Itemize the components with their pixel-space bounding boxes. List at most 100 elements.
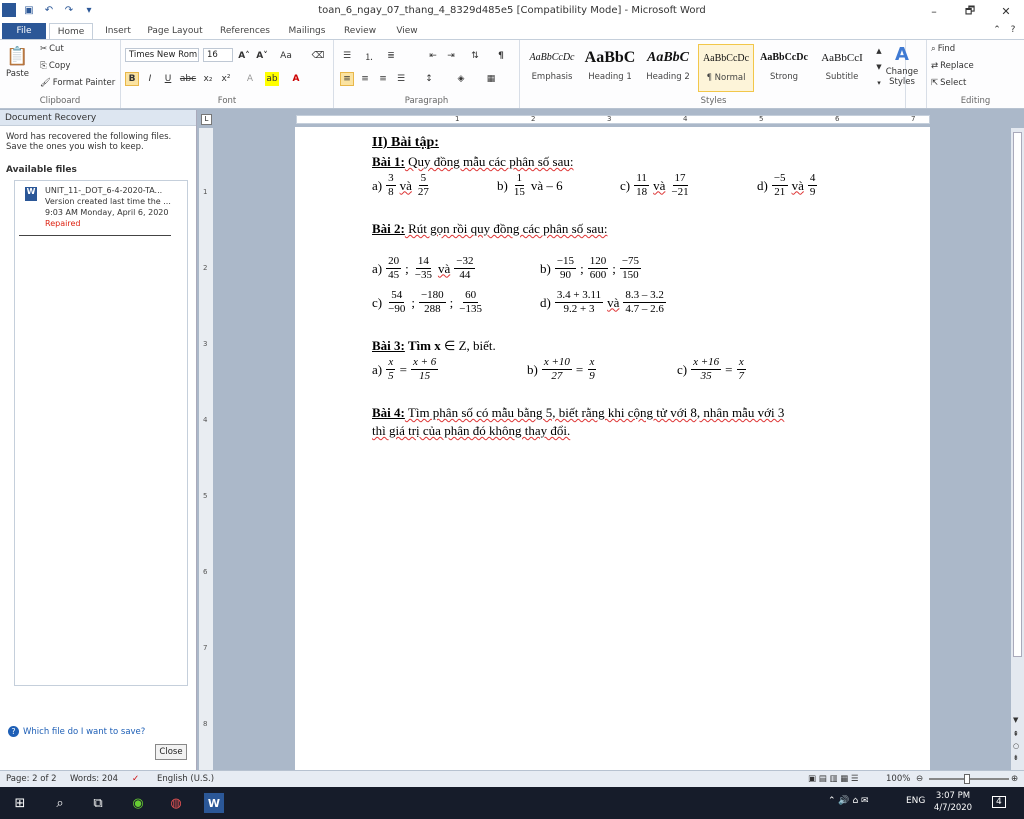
style-normal[interactable]: AaBbCcDc ¶ Normal	[698, 44, 754, 92]
sort-icon[interactable]: ⇅	[468, 49, 482, 63]
vertical-ruler[interactable]: 1 2 3 4 5 6 7 8	[199, 128, 213, 770]
search-icon[interactable]: ⌕	[50, 793, 70, 813]
page-count[interactable]: Page: 2 of 2	[6, 774, 57, 784]
start-icon[interactable]: ⊞	[10, 793, 30, 813]
justify-icon[interactable]: ☰	[394, 72, 408, 86]
multilevel-list-icon[interactable]: ≣	[384, 49, 398, 63]
decrease-indent-icon[interactable]: ⇤	[426, 49, 440, 63]
exercise-1-title: Bài 1: Quy đồng mẫu các phân số sau:	[372, 154, 574, 169]
tab-selector[interactable]: L	[201, 114, 212, 125]
close-button[interactable]: ✕	[988, 0, 1024, 22]
find-button[interactable]: ⌕ Find	[931, 44, 955, 54]
subscript-icon[interactable]: x₂	[201, 72, 215, 86]
style-emphasis[interactable]: AaBbCcDc Emphasis	[524, 44, 580, 92]
align-left-icon[interactable]: ≡	[340, 72, 354, 86]
document-page[interactable]: II) Bài tập: Bài 1: Quy đồng mẫu các phâ…	[295, 127, 930, 770]
style-heading-2[interactable]: AaBbC Heading 2	[640, 44, 696, 92]
tab-file[interactable]: File	[2, 23, 46, 39]
help-icon[interactable]: ?	[1006, 23, 1020, 37]
font-group: Times New Rom 16 A˄ A˅ Aa ⌫ B I U abc x₂…	[121, 40, 334, 108]
tab-home[interactable]: Home	[49, 23, 93, 39]
horizontal-ruler[interactable]: 1 2 3 4 5 6 7	[213, 112, 1011, 126]
font-name-select[interactable]: Times New Rom	[125, 48, 199, 62]
align-right-icon[interactable]: ≡	[376, 72, 390, 86]
tab-view[interactable]: View	[389, 23, 425, 39]
tab-mailings[interactable]: Mailings	[282, 23, 332, 39]
ex2-a: a) 20 45; 14 −35 và −32 44	[372, 255, 476, 281]
grow-font-icon[interactable]: A˄	[237, 49, 251, 63]
line-spacing-icon[interactable]: ↕	[422, 72, 436, 86]
format-painter-button[interactable]: 🖌 Format Painter	[40, 78, 115, 88]
proofing-icon[interactable]: ✓	[132, 774, 139, 784]
replace-button[interactable]: ⇄ Replace	[931, 61, 974, 71]
available-files-label: Available files	[6, 165, 77, 175]
scrollbar-thumb[interactable]	[1013, 132, 1022, 657]
numbering-icon[interactable]: ⒈	[362, 49, 376, 63]
highlight-icon[interactable]: ab	[265, 72, 279, 86]
next-page-icon[interactable]: ⇟	[1013, 754, 1019, 762]
superscript-icon[interactable]: x²	[219, 72, 233, 86]
align-center-icon[interactable]: ≡	[358, 72, 372, 86]
minimize-button[interactable]: –	[916, 0, 952, 22]
view-buttons[interactable]: ▣ ▤ ▥ ▦ ☰	[808, 774, 859, 784]
scroll-down-icon[interactable]: ▼	[1013, 716, 1018, 724]
style-subtitle[interactable]: AaBbCcI Subtitle	[814, 44, 870, 92]
word-count[interactable]: Words: 204	[70, 774, 118, 784]
notifications-icon[interactable]: 4	[992, 796, 1006, 808]
browser-icon[interactable]: ◍	[166, 793, 186, 813]
recovered-file-item[interactable]: W UNIT_11-_DOT_6-4-2020-TA... Version cr…	[19, 184, 171, 236]
browse-object-icon[interactable]: ○	[1013, 742, 1019, 750]
recovery-close-button[interactable]: Close	[155, 744, 187, 760]
underline-icon[interactable]: U	[161, 72, 175, 86]
ex1-c: c) 11 18 và 17 −21	[620, 172, 689, 198]
font-size-select[interactable]: 16	[203, 48, 233, 62]
shading-icon[interactable]: ◈	[454, 72, 468, 86]
strikethrough-icon[interactable]: abc	[180, 72, 196, 86]
help-link[interactable]: ? Which file do I want to save?	[8, 726, 145, 737]
bullets-icon[interactable]: ☰	[340, 49, 354, 63]
style-heading-1[interactable]: AaBbC Heading 1	[582, 44, 638, 92]
tab-review[interactable]: Review	[338, 23, 382, 39]
ex3-c: c) x +16 35 = x7	[677, 356, 746, 382]
bold-icon[interactable]: B	[125, 72, 139, 86]
font-color-icon[interactable]: A	[289, 72, 303, 86]
copy-button[interactable]: ⎘ Copy	[40, 61, 70, 71]
exercise-3-title: Bài 3: Tìm x ∈ Z, biết.	[372, 338, 496, 353]
ribbon-tabs: File Home Insert Page Layout References …	[0, 22, 1024, 39]
increase-indent-icon[interactable]: ⇥	[444, 49, 458, 63]
select-button[interactable]: ⇱ Select	[931, 78, 966, 88]
clipboard-label: Clipboard	[39, 96, 81, 106]
paste-button[interactable]: 📋 Paste	[6, 46, 29, 79]
system-clock[interactable]: 3:07 PM 4/7/2020	[933, 790, 973, 814]
zoom-in-icon[interactable]: ⊕	[1011, 774, 1018, 784]
tab-insert[interactable]: Insert	[100, 23, 136, 39]
language-indicator[interactable]: English (U.S.)	[157, 774, 214, 784]
shrink-font-icon[interactable]: A˅	[255, 49, 269, 63]
app-icon[interactable]: ◉	[128, 793, 148, 813]
clear-formatting-icon[interactable]: ⌫	[311, 49, 325, 63]
question-icon: ?	[8, 726, 19, 737]
minimize-ribbon-icon[interactable]: ⌃	[990, 23, 1004, 37]
change-styles-button[interactable]: A Change Styles	[882, 44, 922, 87]
change-case-icon[interactable]: Aa	[279, 49, 293, 63]
section-heading: II) Bài tập:	[372, 135, 439, 150]
tray-icons[interactable]: ⌃ 🔊 ⌂ ✉	[828, 796, 869, 806]
restore-button[interactable]: 🗗	[952, 0, 988, 22]
tab-page-layout[interactable]: Page Layout	[143, 23, 207, 39]
show-marks-icon[interactable]: ¶	[494, 49, 508, 63]
task-view-icon[interactable]: ⧉	[88, 793, 108, 813]
vertical-scrollbar[interactable]: ▼ ⇞ ○ ⇟	[1011, 128, 1024, 770]
style-strong[interactable]: AaBbCcDc Strong	[756, 44, 812, 92]
clipboard-group: 📋 Paste ✂ Cut ⎘ Copy 🖌 Format Painter Clipb…	[0, 40, 121, 108]
italic-icon[interactable]: I	[143, 72, 157, 86]
cut-button[interactable]: ✂ Cut	[40, 44, 64, 54]
tab-references[interactable]: References	[214, 23, 276, 39]
zoom-out-icon[interactable]: ⊖	[916, 774, 923, 784]
zoom-slider-thumb[interactable]	[964, 774, 970, 784]
word-taskbar-icon[interactable]: W	[204, 793, 224, 813]
text-effects-icon[interactable]: A	[243, 72, 257, 86]
previous-page-icon[interactable]: ⇞	[1013, 730, 1019, 738]
zoom-level[interactable]: 100%	[886, 774, 910, 784]
input-language[interactable]: ENG	[906, 796, 925, 806]
borders-icon[interactable]: ▦	[484, 72, 498, 86]
